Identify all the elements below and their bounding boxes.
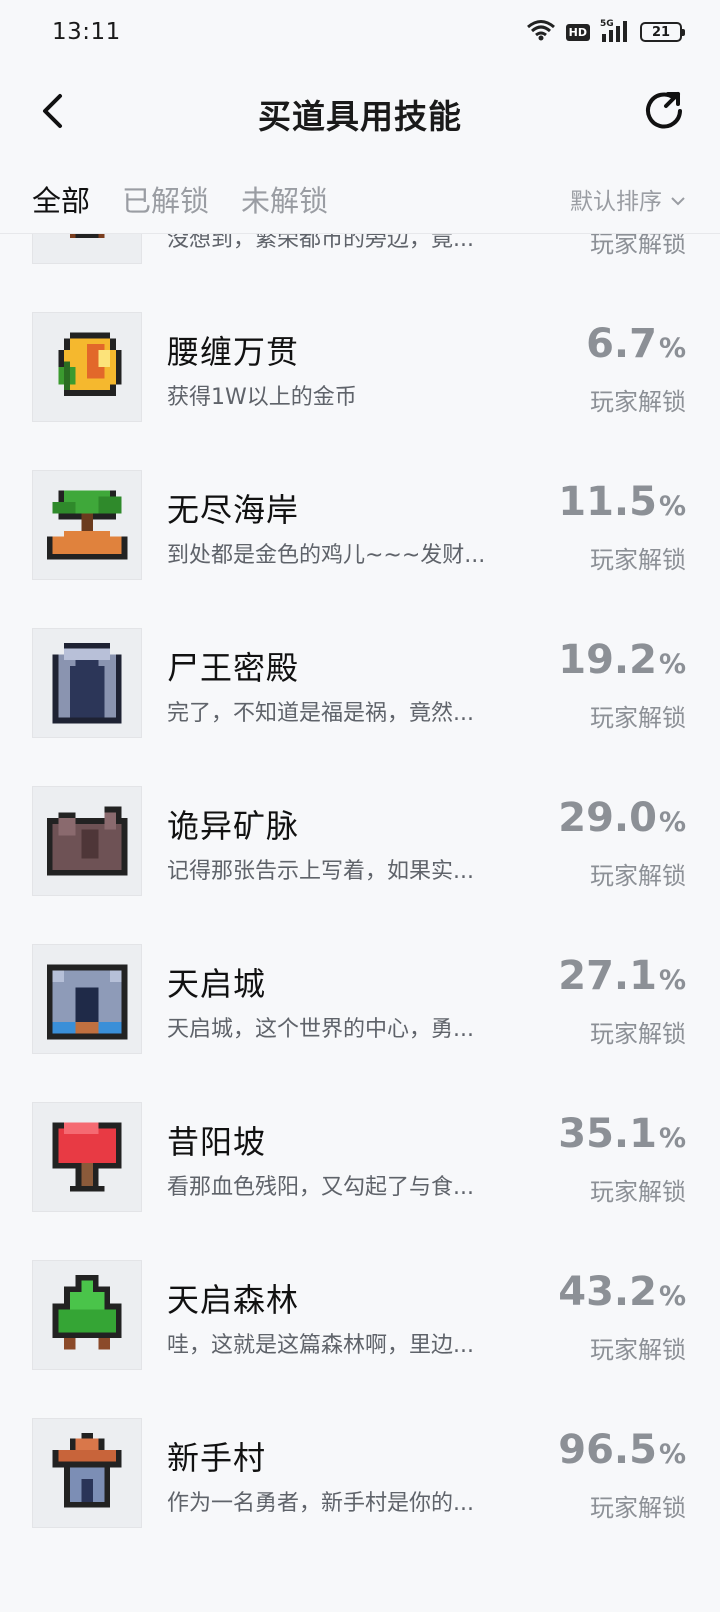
item-name: 新手村: [167, 1439, 267, 1477]
item-desc: 没想到，繁荣都市的旁边，竟...: [167, 234, 474, 252]
page-title: 买道具用技能: [258, 97, 462, 136]
chevron-down-icon: [670, 186, 686, 212]
list-item[interactable]: 没想到，繁荣都市的旁边，竟... 玩家解锁: [0, 234, 720, 289]
unlock-rate: 11.5%: [558, 479, 686, 525]
red-tree-icon: [32, 1102, 142, 1212]
back-arrow-icon: [40, 93, 64, 133]
item-unlock-label: 玩家解锁: [590, 1178, 686, 1206]
status-time: 13:11: [52, 19, 121, 45]
item-unlock-label: 玩家解锁: [590, 234, 686, 258]
signal-icon: 5G: [600, 18, 630, 46]
back-button[interactable]: [32, 88, 72, 138]
list-item[interactable]: 天启城 天启城，这个世界的中心，勇... 27.1% 玩家解锁: [0, 921, 720, 1079]
village-hut-icon: [32, 1418, 142, 1528]
city-outskirts-icon: [32, 234, 142, 264]
list-item[interactable]: 腰缠万贯 获得1W以上的金币 6.7% 玩家解锁: [0, 289, 720, 447]
item-name: 无尽海岸: [167, 491, 300, 529]
unlock-rate: 35.1%: [558, 1111, 686, 1157]
tab-all[interactable]: 全部: [32, 178, 90, 220]
status-icons: HD 5G 21: [526, 18, 685, 46]
achievement-list: 没想到，繁荣都市的旁边，竟... 玩家解锁 腰缠万贯 获得1W以上的金币 6.7…: [0, 234, 720, 1612]
list-item[interactable]: 天启森林 哇，这就是这篇森林啊，里边... 43.2% 玩家解锁: [0, 1237, 720, 1395]
header: 买道具用技能: [0, 64, 720, 164]
item-name: 天启森林: [167, 1281, 300, 1319]
item-desc: 天启城，这个世界的中心，勇...: [167, 1017, 474, 1042]
share-refresh-icon: [644, 90, 686, 136]
item-unlock-label: 玩家解锁: [590, 1494, 686, 1522]
item-unlock-label: 玩家解锁: [590, 1336, 686, 1364]
green-tree-icon: [32, 1260, 142, 1370]
item-desc: 哇，这就是这篇森林啊，里边...: [167, 1333, 474, 1358]
stone-gate-icon: [32, 628, 142, 738]
castle-icon: [32, 944, 142, 1054]
unlock-rate: 6.7%: [586, 321, 686, 367]
gold-coin-icon: [32, 312, 142, 422]
item-desc: 完了，不知道是福是祸，竟然...: [167, 701, 474, 726]
item-name: 腰缠万贯: [167, 333, 300, 371]
item-unlock-label: 玩家解锁: [590, 1020, 686, 1048]
item-unlock-label: 玩家解锁: [590, 546, 686, 574]
list-item[interactable]: 尸王密殿 完了，不知道是福是祸，竟然... 19.2% 玩家解锁: [0, 605, 720, 763]
unlock-rate: 96.5%: [558, 1427, 686, 1473]
list-item[interactable]: 新手村 作为一名勇者，新手村是你的... 96.5% 玩家解锁: [0, 1395, 720, 1553]
item-name: 昔阳坡: [167, 1123, 267, 1161]
item-name: 尸王密殿: [167, 649, 300, 687]
list-item[interactable]: 昔阳坡 看那血色残阳，又勾起了与食... 35.1% 玩家解锁: [0, 1079, 720, 1237]
unlock-rate: 29.0%: [558, 795, 686, 841]
battery-icon: 21: [640, 22, 685, 42]
item-unlock-label: 玩家解锁: [590, 388, 686, 416]
item-desc: 作为一名勇者，新手村是你的...: [167, 1491, 474, 1516]
list-item[interactable]: 诡异矿脉 记得那张告示上写着，如果实... 29.0% 玩家解锁: [0, 763, 720, 921]
ore-rock-icon: [32, 786, 142, 896]
item-name: 天启城: [167, 965, 267, 1003]
filter-tabs: 全部 已解锁 未解锁 默认排序: [0, 164, 720, 234]
item-desc: 获得1W以上的金币: [167, 385, 357, 410]
item-desc: 到处都是金色的鸡儿~~~发财...: [167, 543, 486, 568]
unlock-rate: 27.1%: [558, 953, 686, 999]
unlock-rate: 19.2%: [558, 637, 686, 683]
svg-text:5G: 5G: [600, 19, 614, 29]
item-unlock-label: 玩家解锁: [590, 862, 686, 890]
item-desc: 看那血色残阳，又勾起了与食...: [167, 1175, 474, 1200]
tab-unlocked[interactable]: 已解锁: [122, 178, 209, 220]
share-button[interactable]: [640, 88, 690, 138]
list-item[interactable]: 无尽海岸 到处都是金色的鸡儿~~~发财... 11.5% 玩家解锁: [0, 447, 720, 605]
status-bar: 13:11 HD 5G 21: [0, 0, 720, 64]
wifi-icon: [526, 19, 556, 45]
unlock-rate: 43.2%: [558, 1269, 686, 1315]
item-unlock-label: 玩家解锁: [590, 704, 686, 732]
palm-island-icon: [32, 470, 142, 580]
sort-dropdown[interactable]: 默认排序: [570, 182, 686, 216]
item-desc: 记得那张告示上写着，如果实...: [167, 859, 474, 884]
hd-badge: HD: [565, 23, 590, 41]
tab-locked[interactable]: 未解锁: [241, 178, 328, 220]
item-name: 诡异矿脉: [167, 807, 300, 845]
sort-label: 默认排序: [570, 189, 662, 215]
